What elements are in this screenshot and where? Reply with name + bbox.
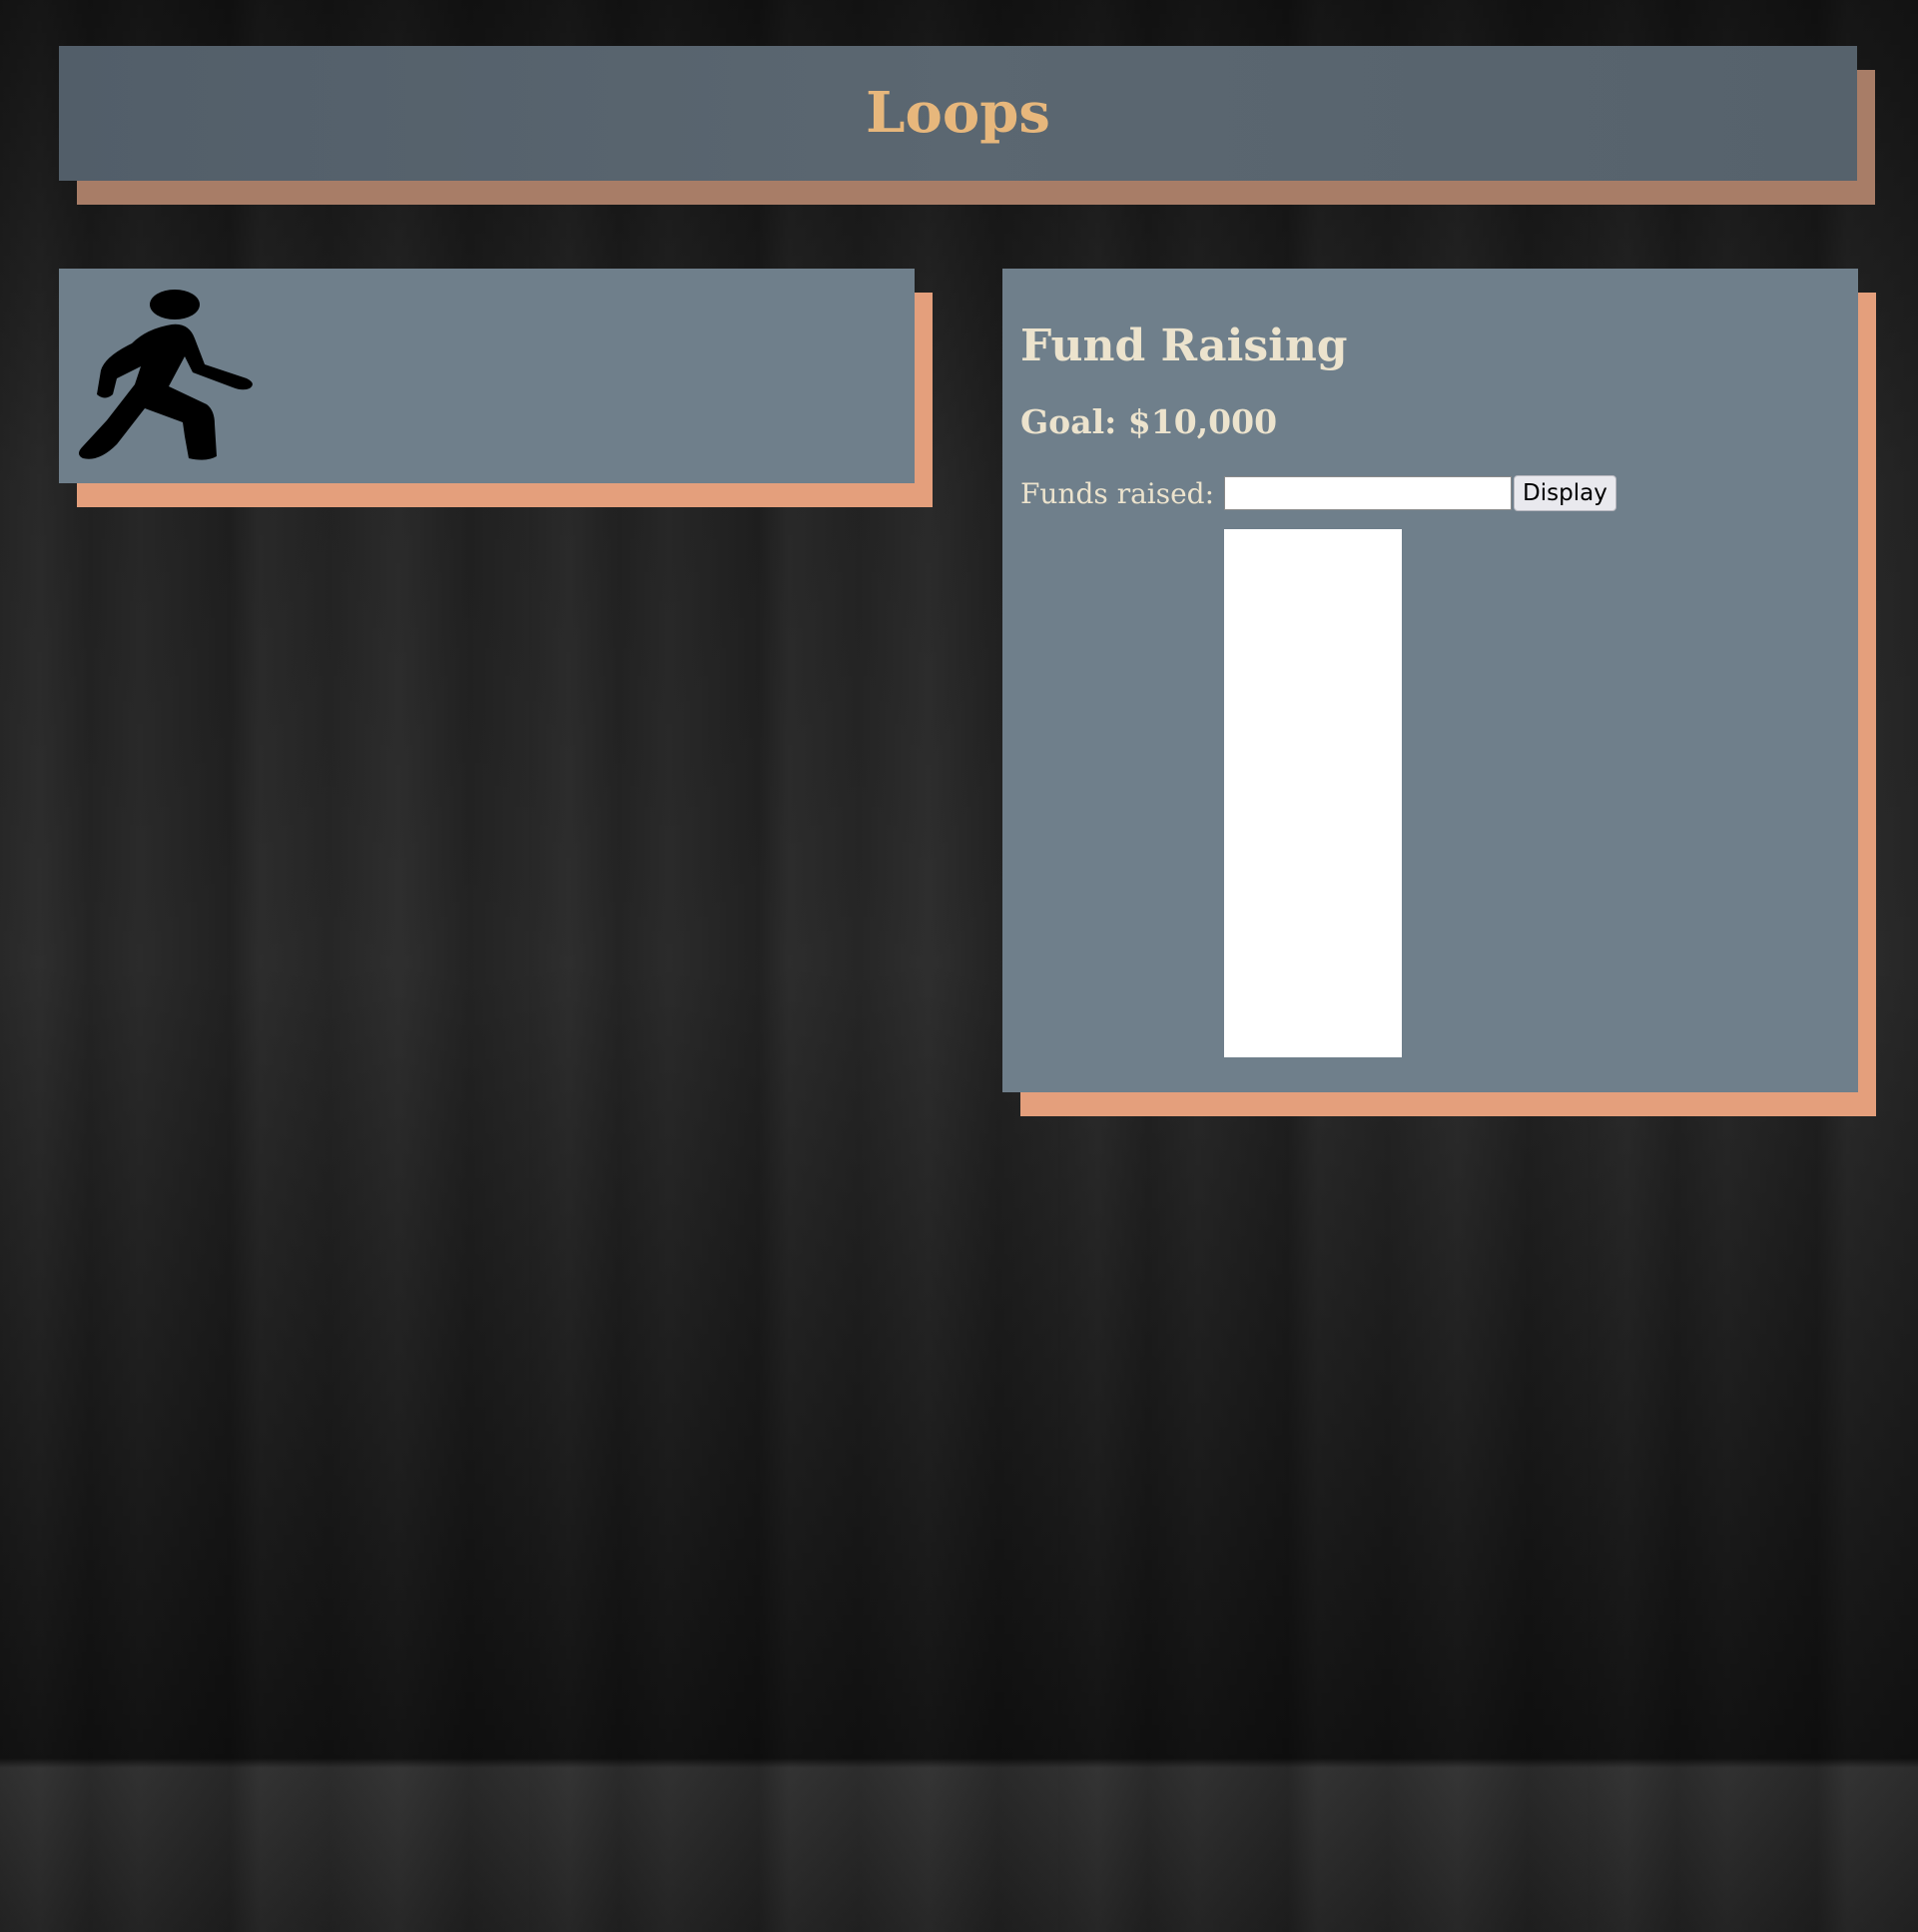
funds-raised-input[interactable] <box>1224 476 1513 510</box>
funds-raised-label: Funds raised: <box>1020 476 1215 510</box>
funds-row: Funds raised: Display <box>1020 474 1616 512</box>
display-button[interactable]: Display <box>1514 475 1616 511</box>
page-header: Loops <box>59 46 1857 181</box>
goal-heading: Goal: $10,000 <box>1020 402 1278 441</box>
page-title: Loops <box>866 80 1050 146</box>
fund-raising-panel: Fund Raising Goal: $10,000 Funds raised:… <box>1002 269 1858 1092</box>
fund-progress-bar <box>1224 529 1402 1057</box>
fund-raising-title: Fund Raising <box>1020 321 1348 371</box>
walker-panel <box>59 269 915 483</box>
walking-person-icon <box>79 290 253 460</box>
